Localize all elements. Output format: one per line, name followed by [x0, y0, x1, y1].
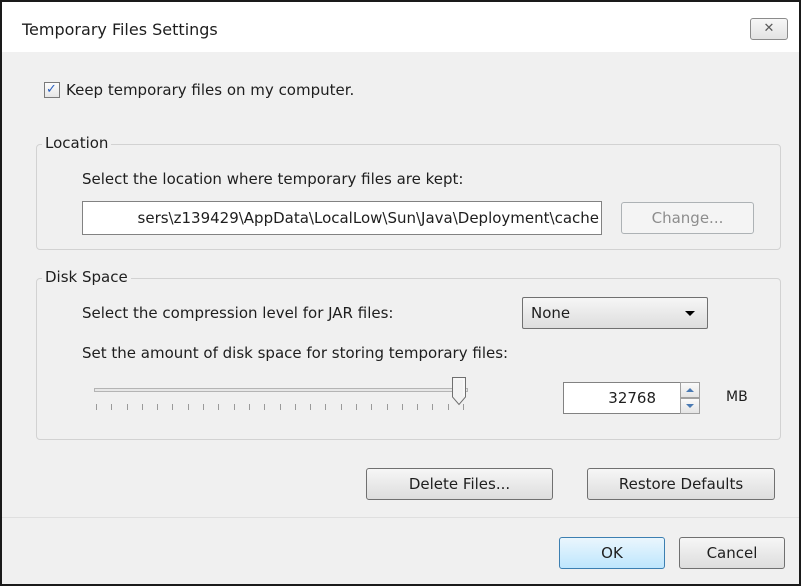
- slider-tick: [325, 404, 326, 410]
- disk-space-amount-label: Set the amount of disk space for storing…: [82, 344, 509, 362]
- disk-space-amount-value: 32768: [608, 389, 656, 407]
- slider-tick: [417, 404, 418, 410]
- disk-space-unit: MB: [726, 389, 748, 405]
- cache-location-value: sers\z139429\AppData\LocalLow\Sun\Java\D…: [137, 209, 599, 227]
- compression-level-value: None: [531, 304, 571, 322]
- restore-defaults-button[interactable]: Restore Defaults: [587, 468, 775, 500]
- cancel-button[interactable]: Cancel: [679, 537, 785, 569]
- slider-tick: [172, 404, 173, 410]
- change-location-button[interactable]: Change...: [621, 202, 754, 234]
- disk-space-amount-field[interactable]: 32768: [563, 382, 683, 414]
- slider-tick: [432, 404, 433, 410]
- slider-tick: [249, 404, 250, 410]
- location-instruction: Select the location where temporary file…: [82, 170, 464, 188]
- temporary-files-settings-dialog: Temporary Files Settings ✕ ✓ Keep tempor…: [0, 0, 801, 586]
- location-legend: Location: [42, 134, 112, 152]
- slider-tick: [295, 404, 296, 410]
- slider-tick: [371, 404, 372, 410]
- disk-space-slider-track[interactable]: [94, 388, 468, 392]
- keep-temporary-files-checkbox[interactable]: ✓: [44, 82, 60, 98]
- slider-tick: [387, 404, 388, 410]
- slider-tick: [310, 404, 311, 410]
- slider-tick: [341, 404, 342, 410]
- slider-tick: [203, 404, 204, 410]
- slider-tick: [188, 404, 189, 410]
- disk-space-legend: Disk Space: [42, 268, 131, 286]
- dialog-title: Temporary Files Settings: [22, 20, 218, 39]
- ok-button[interactable]: OK: [559, 537, 665, 569]
- dropdown-arrow-icon: [685, 311, 695, 316]
- compression-level-label: Select the compression level for JAR fil…: [82, 304, 394, 322]
- compression-level-select[interactable]: None: [522, 297, 708, 329]
- slider-tick: [111, 404, 112, 410]
- keep-temporary-files-label[interactable]: Keep temporary files on my computer.: [66, 81, 354, 99]
- spinner-up-arrow-icon[interactable]: [680, 382, 700, 398]
- slider-tick: [157, 404, 158, 410]
- slider-tick: [127, 404, 128, 410]
- slider-tick: [280, 404, 281, 410]
- disk-space-slider-ticks: [96, 404, 464, 412]
- close-icon: ✕: [763, 21, 775, 36]
- slider-tick: [142, 404, 143, 410]
- disk-space-spinner: [680, 382, 700, 414]
- title-bar: Temporary Files Settings ✕: [2, 2, 799, 52]
- spinner-down-arrow-icon[interactable]: [680, 398, 700, 414]
- close-button[interactable]: ✕: [750, 18, 788, 40]
- cache-location-field[interactable]: sers\z139429\AppData\LocalLow\Sun\Java\D…: [82, 201, 602, 235]
- slider-tick: [356, 404, 357, 410]
- slider-tick: [234, 404, 235, 410]
- slider-tick: [96, 404, 97, 410]
- slider-tick: [448, 404, 449, 410]
- slider-tick: [264, 404, 265, 410]
- disk-space-slider-thumb[interactable]: [451, 376, 467, 406]
- slider-tick: [218, 404, 219, 410]
- delete-files-button[interactable]: Delete Files...: [366, 468, 553, 500]
- checkmark-icon: ✓: [46, 82, 57, 97]
- slider-tick: [402, 404, 403, 410]
